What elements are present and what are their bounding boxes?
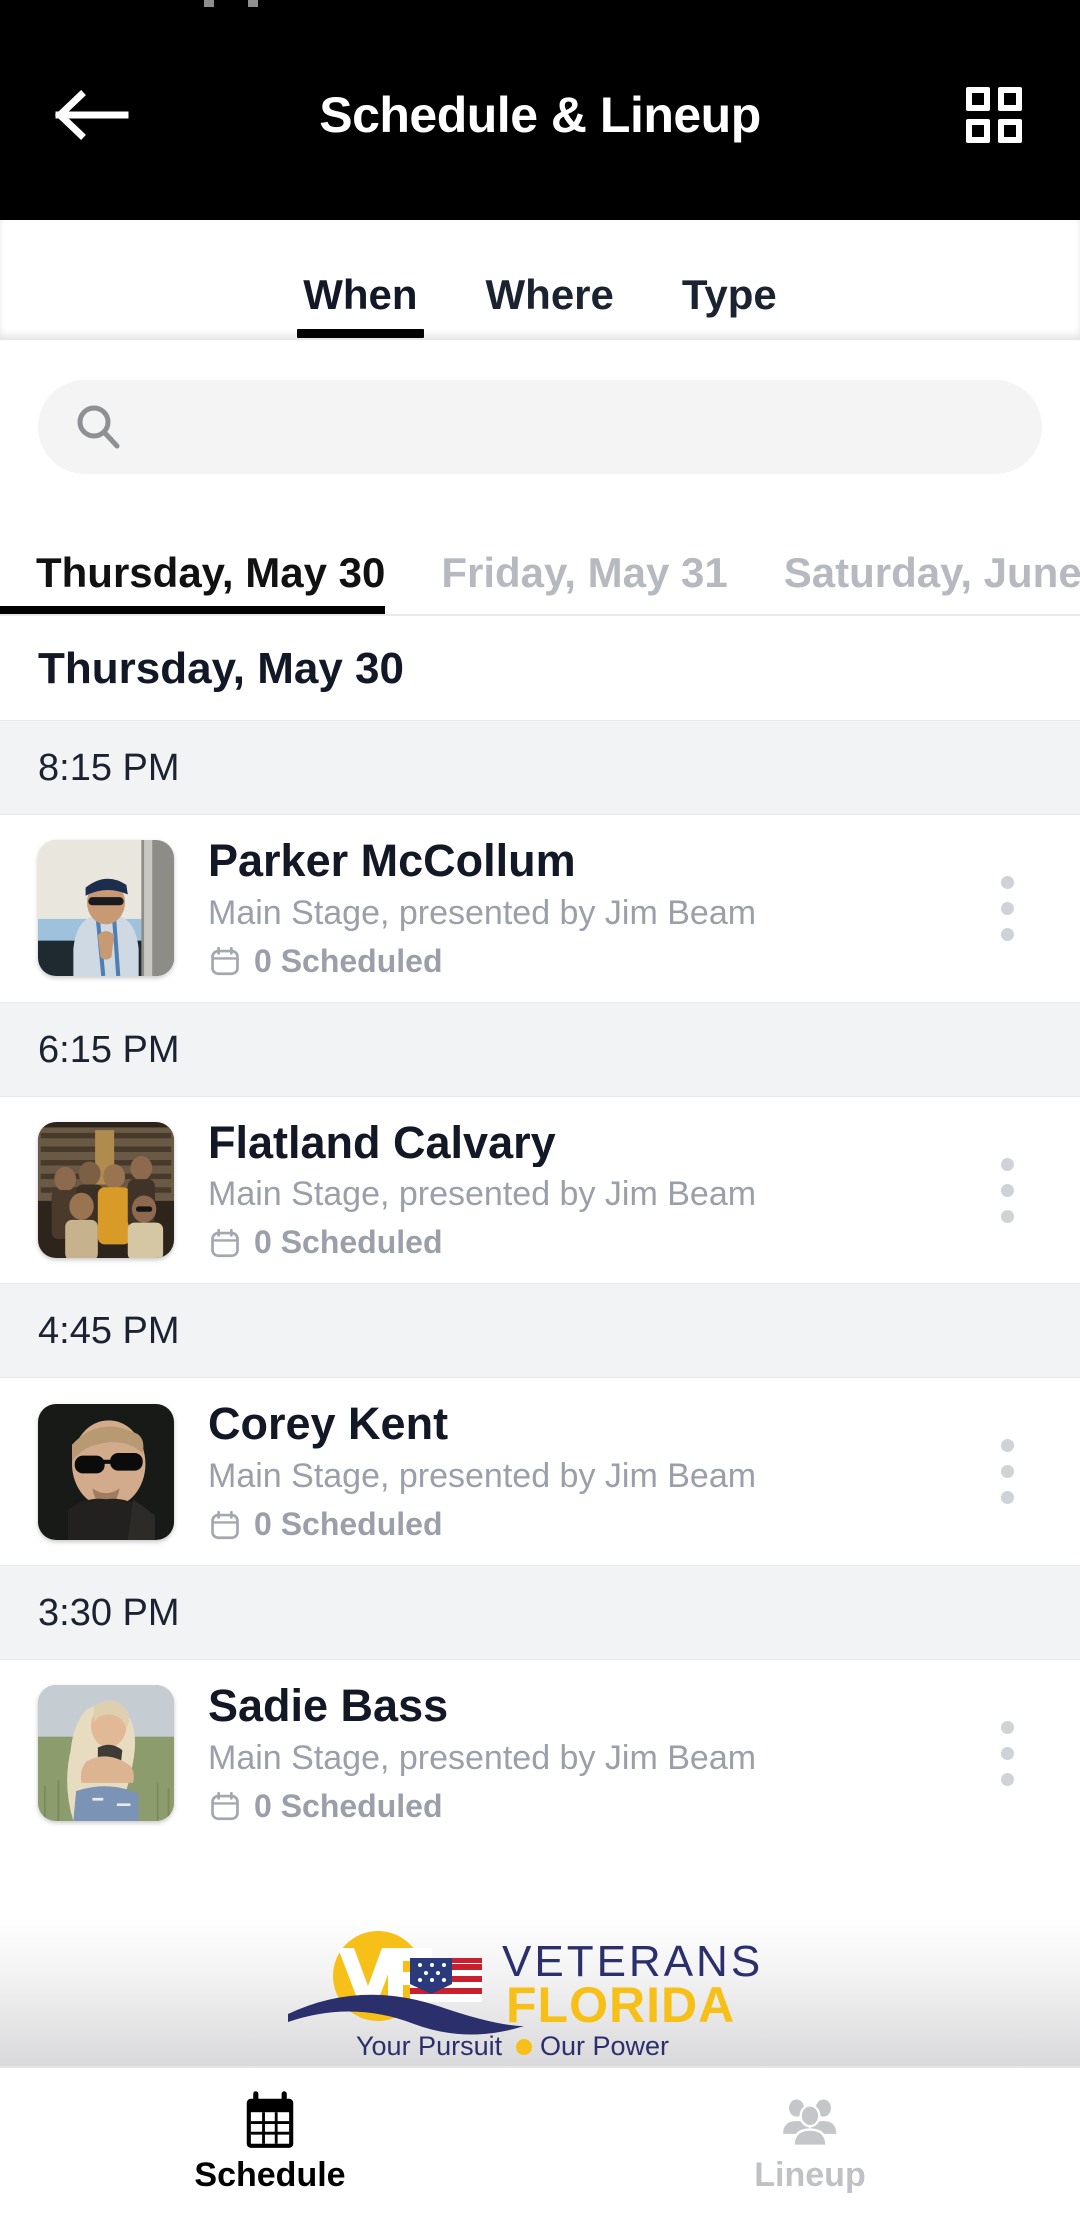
nav-item-schedule[interactable]: Schedule <box>0 2068 540 2214</box>
artist-photo-corey-kent <box>38 1403 174 1540</box>
more-vertical-icon <box>1000 1439 1014 1453</box>
back-button[interactable] <box>46 69 138 161</box>
artist-thumbnail[interactable] <box>38 1403 174 1540</box>
event-title: Parker McCollum <box>208 837 576 886</box>
calendar-icon <box>211 1510 239 1539</box>
banner-tagline-right: Our Power <box>540 2031 669 2061</box>
event-title: Flatland Calvary <box>208 1118 556 1168</box>
status-bar <box>0 0 1080 10</box>
event-scheduled: 0 Scheduled <box>208 943 962 980</box>
tab-type[interactable]: Type <box>674 274 785 338</box>
grid-view-button[interactable] <box>954 75 1034 155</box>
artist-photo-flatland-calvary <box>38 1122 174 1259</box>
swoosh <box>288 1994 524 2035</box>
more-vertical-icon <box>1000 1720 1014 1734</box>
event-menu-button[interactable] <box>972 1720 1042 1786</box>
arrow-left-icon <box>55 90 129 140</box>
event-scheduled-count: 0 Scheduled <box>254 1224 443 1261</box>
time-band: 3:30 PM <box>0 1565 1080 1661</box>
event-text: Flatland Calvary Main Stage, presented b… <box>174 1119 962 1262</box>
calendar-icon <box>211 947 239 976</box>
nav-item-lineup[interactable]: Lineup <box>540 2068 1080 2214</box>
people-group-icon <box>783 2099 837 2147</box>
event-row[interactable]: Corey Kent Main Stage, presented by Jim … <box>0 1378 1080 1566</box>
time-band: 6:15 PM <box>0 1001 1080 1097</box>
event-title: Sadie Bass <box>208 1682 449 1731</box>
event-venue: Main Stage, presented by Jim Beam <box>208 1738 757 1777</box>
event-scheduled-count: 0 Scheduled <box>254 1787 443 1824</box>
search-input[interactable] <box>144 406 1008 448</box>
banner-ad[interactable]: VETERANS FLORIDA Your Pursuit Our Power <box>0 1918 1080 2066</box>
event-scheduled-count: 0 Scheduled <box>254 1506 443 1543</box>
banner-line2: FLORIDA <box>506 1977 735 2033</box>
more-vertical-icon <box>1000 875 1014 889</box>
banner-tagline-dot <box>516 2039 532 2055</box>
veterans-florida-logo: VETERANS FLORIDA Your Pursuit Our Power <box>288 1931 760 2061</box>
artist-photo-parker-mccollum <box>38 840 174 977</box>
event-text: Sadie Bass Main Stage, presented by Jim … <box>174 1682 962 1825</box>
event-text: Corey Kent Main Stage, presented by Jim … <box>174 1400 962 1543</box>
event-menu-button[interactable] <box>972 1439 1042 1505</box>
artist-thumbnail[interactable] <box>38 1685 174 1822</box>
calendar-icon <box>211 1792 239 1821</box>
date-header: Thursday, May 30 <box>0 616 1080 720</box>
banner-tagline-left: Your Pursuit <box>356 2031 503 2061</box>
event-menu-button[interactable] <box>972 1157 1042 1223</box>
filter-tabs: When Where Type <box>0 220 1080 340</box>
event-scheduled: 0 Scheduled <box>208 1224 962 1261</box>
event-row[interactable]: Sadie Bass Main Stage, presented by Jim … <box>0 1660 1080 1847</box>
more-vertical-icon <box>1000 1157 1014 1171</box>
search-icon <box>77 405 120 449</box>
event-title: Corey Kent <box>208 1400 449 1449</box>
app-bar: Schedule & Lineup <box>0 10 1080 220</box>
event-venue: Main Stage, presented by Jim Beam <box>208 893 757 932</box>
day-tabs[interactable]: Thursday, May 30 Friday, May 31 Saturday… <box>0 508 1080 616</box>
event-scheduled: 0 Scheduled <box>208 1506 962 1543</box>
grid-view-icon <box>966 87 1022 143</box>
us-flag <box>410 1958 482 2002</box>
event-venue: Main Stage, presented by Jim Beam <box>208 1175 757 1214</box>
artist-photo-sadie-bass <box>38 1685 174 1822</box>
nav-label-lineup: Lineup <box>754 2156 866 2194</box>
day-tab-friday[interactable]: Friday, May 31 <box>441 552 727 614</box>
artist-thumbnail[interactable] <box>38 840 174 977</box>
day-tab-saturday[interactable]: Saturday, June 1 <box>784 552 1080 614</box>
event-scheduled: 0 Scheduled <box>208 1788 962 1825</box>
search-box[interactable] <box>38 380 1042 474</box>
calendar-icon <box>211 1228 239 1257</box>
event-menu-button[interactable] <box>972 875 1042 941</box>
tab-when[interactable]: When <box>295 274 425 338</box>
app-screen: Schedule & Lineup When Where Type Thursd… <box>0 0 1080 2214</box>
event-scheduled-count: 0 Scheduled <box>254 942 443 979</box>
time-band: 4:45 PM <box>0 1283 1080 1379</box>
time-band: 8:15 PM <box>0 720 1080 815</box>
nav-label-schedule: Schedule <box>194 2156 346 2194</box>
event-row[interactable]: Flatland Calvary Main Stage, presented b… <box>0 1096 1080 1284</box>
search-section <box>0 340 1080 508</box>
schedule-list[interactable]: Thursday, May 30 8:15 PM Parker McCollum… <box>0 616 1080 1918</box>
event-venue: Main Stage, presented by Jim Beam <box>208 1456 757 1495</box>
event-text: Parker McCollum Main Stage, presented by… <box>174 837 962 980</box>
event-row[interactable]: Parker McCollum Main Stage, presented by… <box>0 815 1080 1002</box>
calendar-grid-icon <box>246 2091 294 2148</box>
page-title: Schedule & Lineup <box>319 87 761 143</box>
day-tab-thursday[interactable]: Thursday, May 30 <box>0 552 386 614</box>
bottom-nav: Schedule Lineup <box>0 2066 1080 2214</box>
artist-thumbnail[interactable] <box>38 1122 174 1259</box>
tab-where[interactable]: Where <box>478 274 622 338</box>
